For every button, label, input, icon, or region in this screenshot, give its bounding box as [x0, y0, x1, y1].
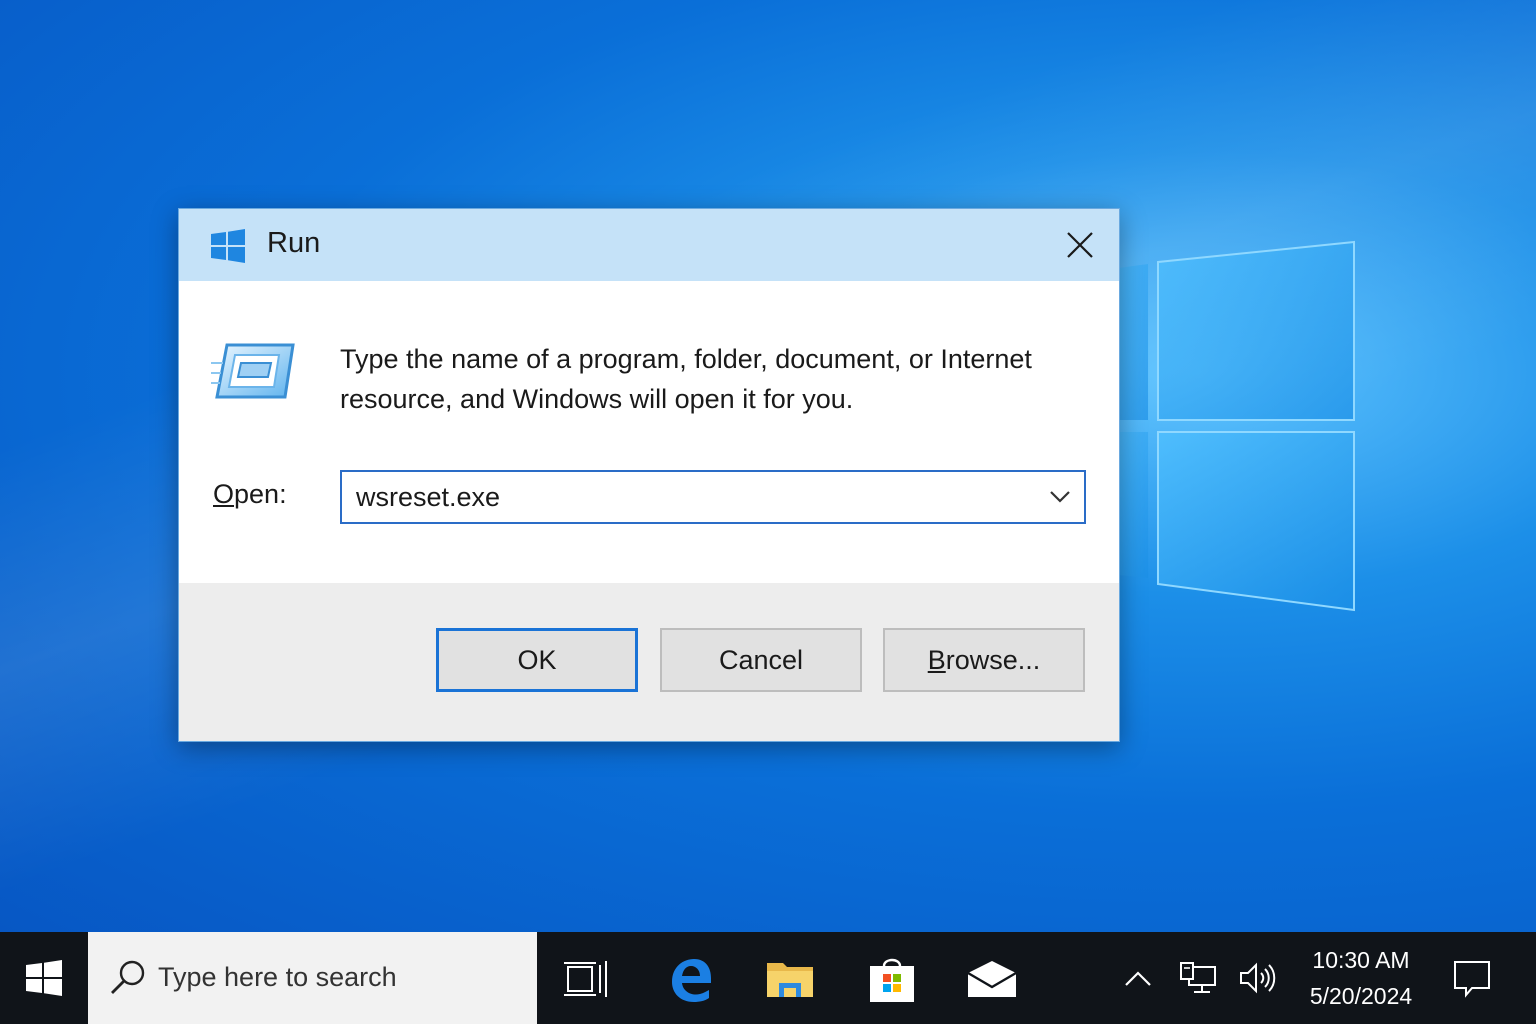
browse-label: rowse... — [945, 644, 1041, 675]
open-combobox[interactable] — [340, 470, 1086, 524]
clock-date: 5/20/2024 — [1309, 983, 1413, 1009]
open-label-text: pen: — [234, 479, 287, 509]
dialog-description: Type the name of a program, folder, docu… — [340, 344, 1032, 414]
chevron-down-icon — [1050, 491, 1070, 503]
chevron-up-icon — [1125, 971, 1151, 986]
edge-button[interactable] — [662, 952, 716, 1006]
show-hidden-icons-button[interactable] — [1118, 958, 1158, 998]
run-program-icon — [211, 343, 295, 399]
open-dropdown-button[interactable] — [1044, 480, 1076, 514]
open-label: Open: — [213, 479, 287, 510]
close-button[interactable] — [1047, 219, 1113, 271]
run-dialog: Run Type the name of a program, folder, … — [178, 208, 1120, 742]
volume-icon — [1240, 962, 1276, 994]
taskbar-search-box[interactable]: Type here to search — [88, 932, 537, 1024]
open-label-mnemonic: O — [213, 479, 235, 509]
task-view-icon — [564, 961, 607, 997]
browse-button[interactable]: Browse... — [883, 628, 1085, 692]
volume-button[interactable] — [1238, 958, 1278, 998]
title-bar[interactable]: Run — [179, 209, 1119, 281]
start-button[interactable] — [0, 932, 88, 1024]
mail-button[interactable] — [965, 952, 1019, 1006]
taskbar-clock[interactable]: 10:30 AM 5/20/2024 — [1296, 942, 1426, 1014]
cancel-button[interactable]: Cancel — [660, 628, 862, 692]
windows-start-icon — [26, 960, 62, 996]
network-icon — [1180, 962, 1216, 993]
store-button[interactable] — [865, 952, 919, 1006]
search-placeholder: Type here to search — [158, 962, 397, 992]
task-view-button[interactable] — [559, 952, 613, 1006]
open-input[interactable] — [356, 472, 1036, 522]
dialog-title: Run — [267, 227, 321, 259]
windows-logo-wallpaper-icon — [1090, 240, 1355, 612]
action-center-button[interactable] — [1452, 958, 1492, 998]
search-icon — [111, 960, 145, 994]
ok-button[interactable]: OK — [436, 628, 638, 692]
file-explorer-icon — [767, 963, 813, 997]
browse-mnemonic: B — [927, 644, 946, 675]
file-explorer-button[interactable] — [763, 952, 817, 1006]
mail-icon — [967, 961, 1017, 997]
dialog-footer: OK Cancel Browse... — [179, 583, 1119, 741]
windows-logo-icon — [211, 229, 245, 263]
network-button[interactable] — [1178, 958, 1218, 998]
store-icon — [870, 958, 914, 1002]
edge-icon — [672, 959, 711, 1002]
taskbar: Type here to search 10:30 AM 5/20/2024 — [0, 932, 1536, 1024]
close-icon — [1067, 232, 1093, 258]
clock-time: 10:30 AM — [1312, 947, 1410, 973]
notification-icon — [1454, 961, 1490, 998]
